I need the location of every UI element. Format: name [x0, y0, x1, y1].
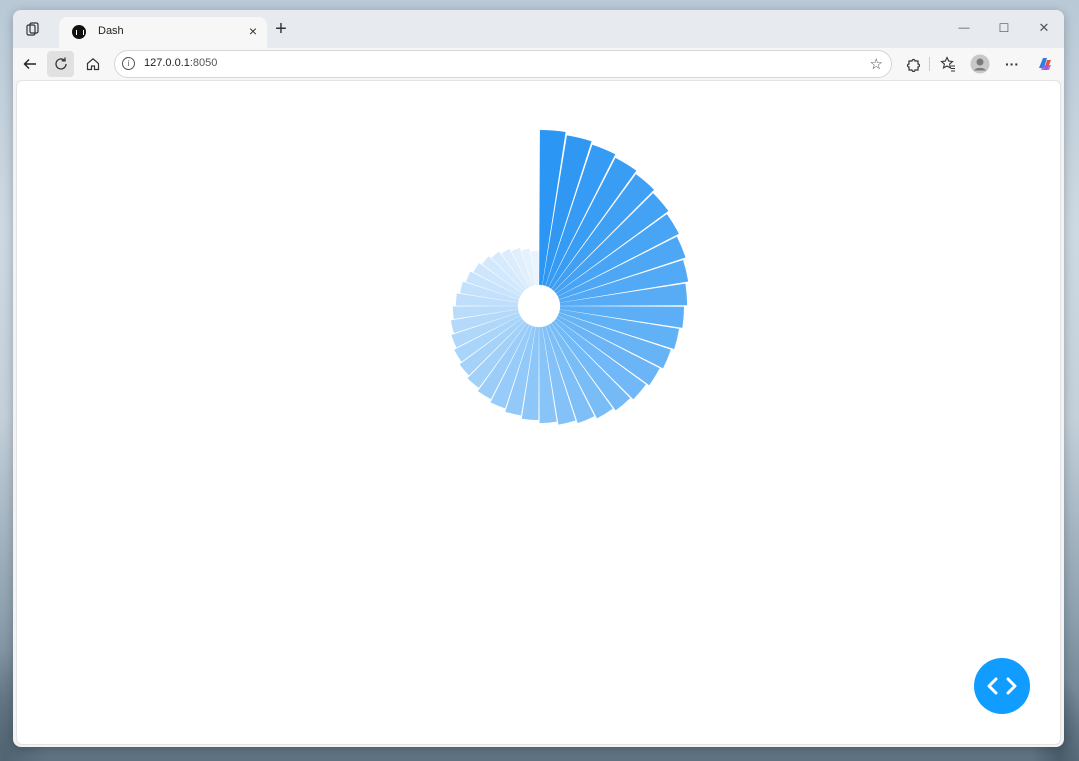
debug-menu-button[interactable]	[974, 658, 1030, 714]
address-bar[interactable]: i 127.0.0.1:8050 ☆	[114, 50, 892, 78]
maximize-button[interactable]: ☐	[993, 19, 1015, 37]
page-content	[16, 80, 1061, 745]
code-brackets-icon	[987, 677, 1017, 695]
minimize-button[interactable]: —	[953, 19, 975, 37]
minimize-icon: —	[958, 22, 970, 34]
more-button[interactable]: ···	[1001, 53, 1023, 75]
profile-button[interactable]	[968, 52, 992, 76]
favorites-icon	[940, 56, 955, 72]
url-port: :8050	[189, 57, 218, 69]
home-icon	[86, 58, 100, 71]
polar-bar-chart[interactable]	[17, 81, 1060, 744]
browser-window: Dash × + — ☐ ✕ i 127.0.0.1:8050 ☆ ···	[13, 10, 1064, 747]
home-button[interactable]	[82, 53, 104, 75]
copilot-button[interactable]	[1033, 52, 1057, 76]
new-tab-button[interactable]: +	[271, 19, 291, 39]
url-host: 127.0.0.1	[144, 57, 190, 69]
tab-title: Dash	[98, 25, 124, 37]
tab-dash[interactable]: Dash ×	[59, 17, 267, 48]
back-button[interactable]	[19, 53, 41, 75]
plus-icon: +	[275, 18, 287, 40]
url-text: 127.0.0.1:8050	[144, 57, 217, 69]
extensions-button[interactable]	[902, 53, 924, 75]
star-icon[interactable]: ☆	[870, 55, 883, 73]
favorites-button[interactable]	[937, 53, 959, 75]
extensions-icon	[906, 58, 920, 72]
copilot-icon	[1039, 58, 1051, 70]
refresh-icon	[54, 57, 67, 70]
title-bar: Dash × + — ☐ ✕	[13, 10, 1064, 48]
profile-avatar-icon	[970, 54, 990, 74]
info-icon[interactable]: i	[122, 57, 135, 70]
refresh-button[interactable]	[47, 51, 74, 77]
dash-logo-icon	[72, 25, 86, 39]
maximize-icon: ☐	[998, 21, 1010, 35]
separator	[929, 57, 930, 71]
close-icon[interactable]: ×	[245, 23, 261, 39]
toolbar: i 127.0.0.1:8050 ☆ ···	[13, 48, 1064, 80]
close-window-button[interactable]: ✕	[1033, 19, 1055, 37]
workspaces-icon[interactable]	[24, 20, 42, 38]
close-icon: ✕	[1038, 20, 1050, 35]
back-arrow-icon	[23, 59, 36, 69]
more-icon: ···	[1005, 56, 1019, 72]
